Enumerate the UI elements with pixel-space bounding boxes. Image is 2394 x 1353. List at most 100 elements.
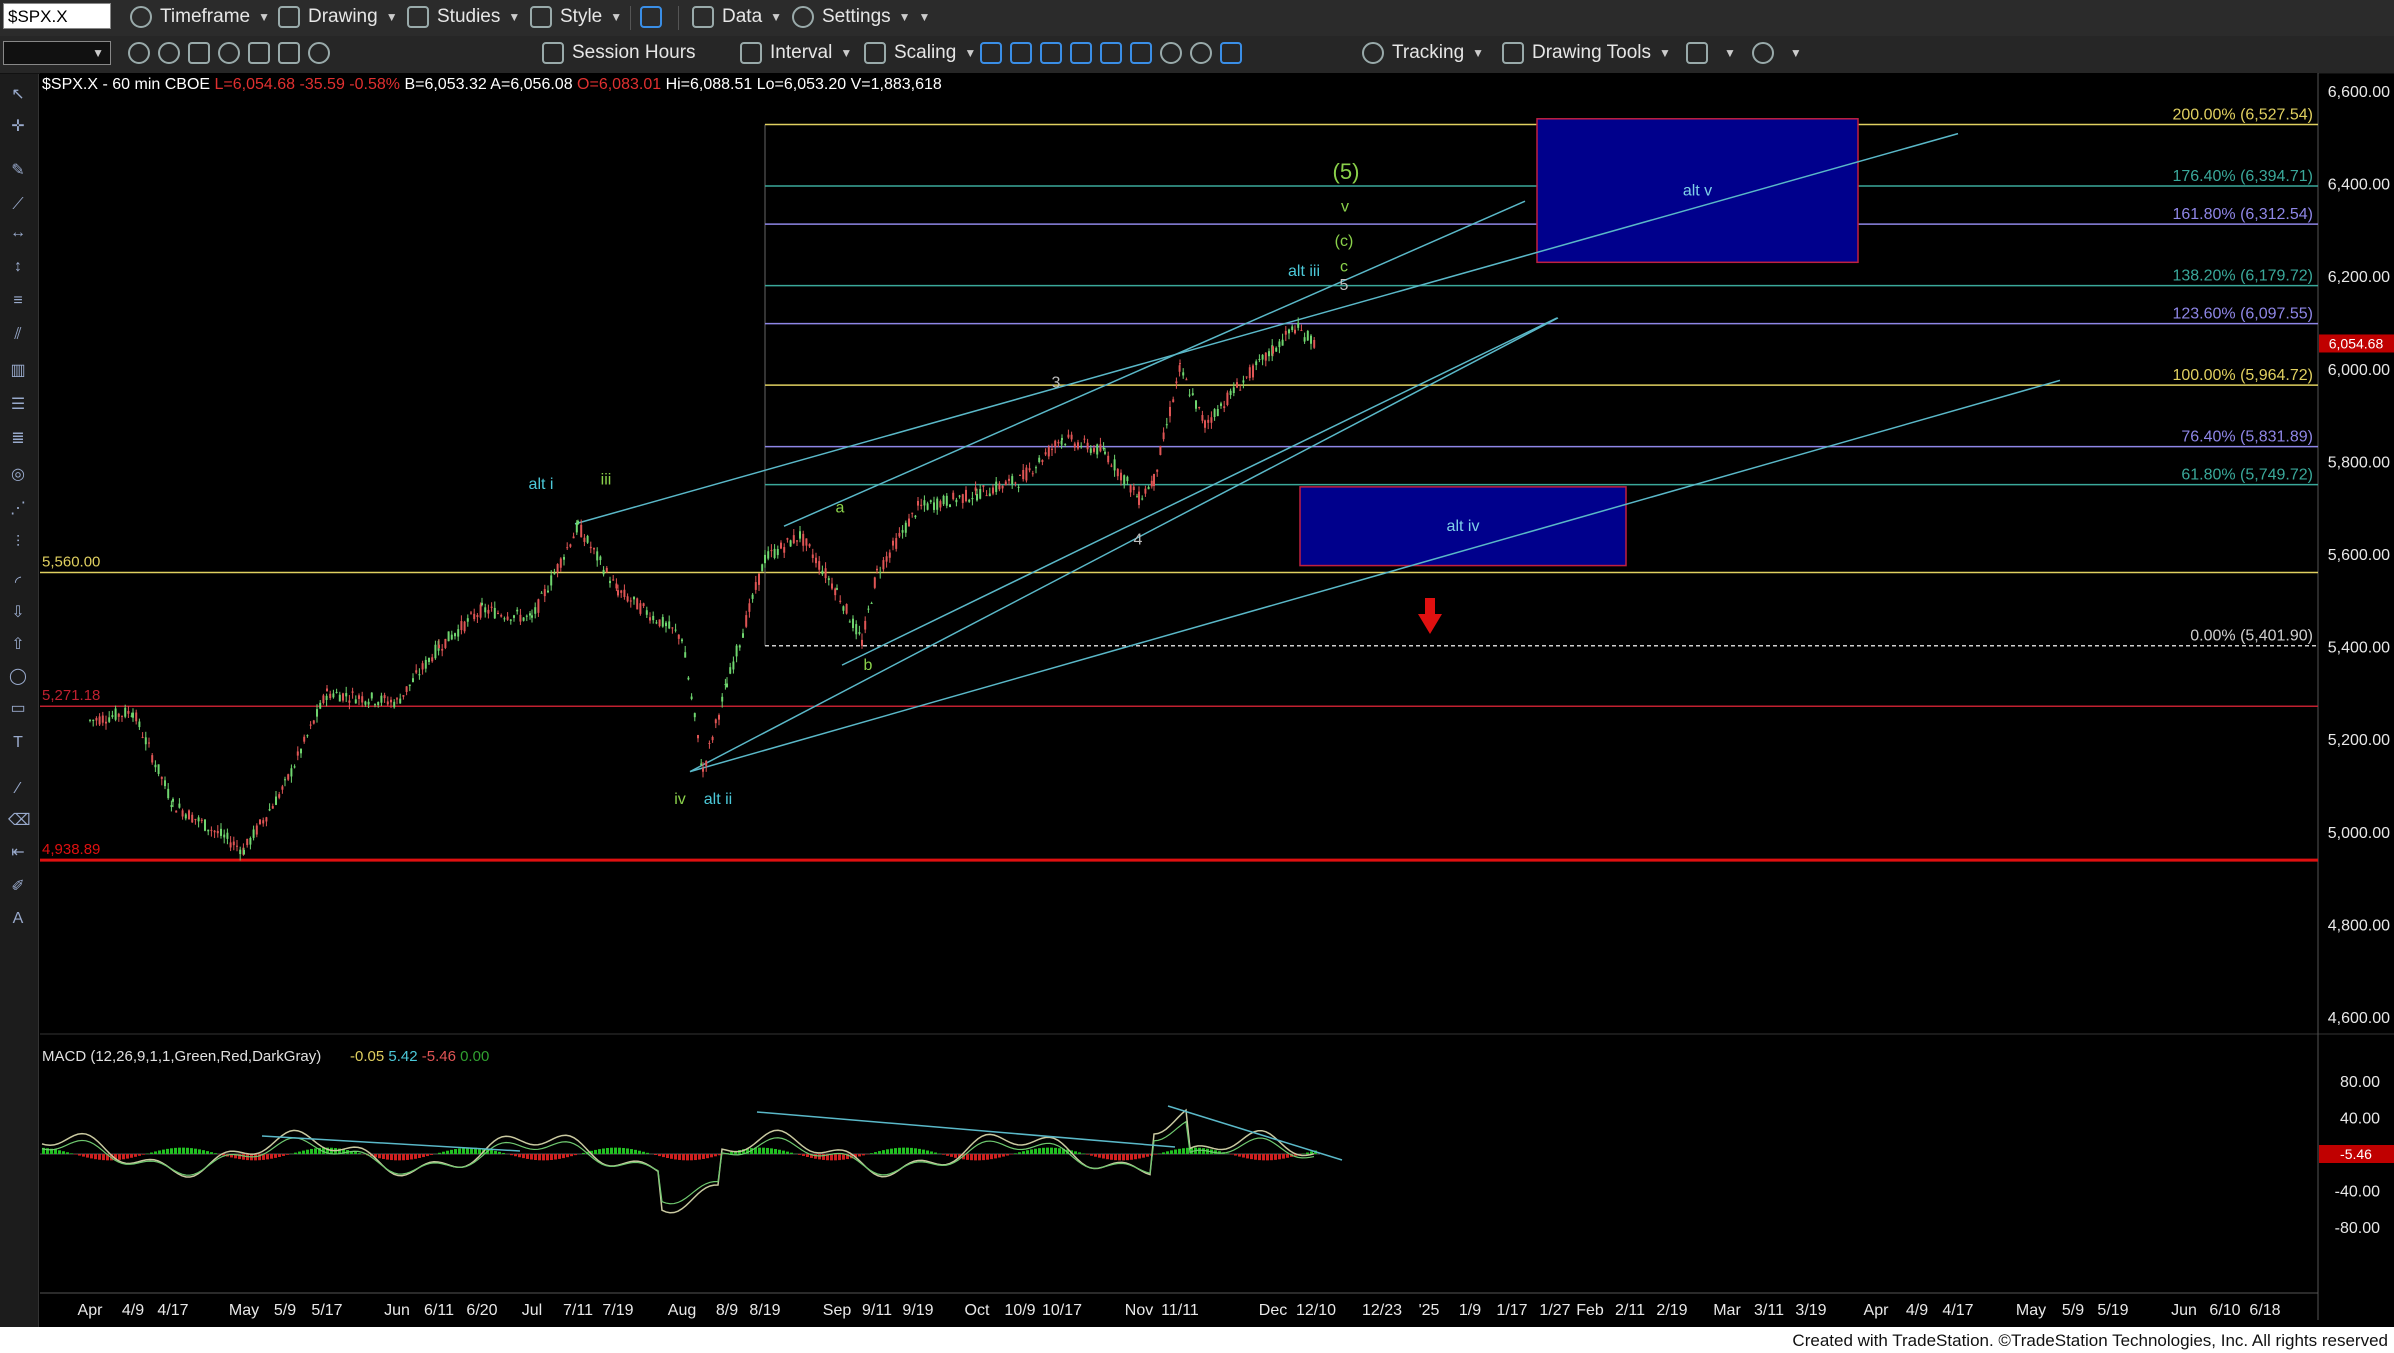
candle-body	[923, 500, 926, 506]
candle-body	[1141, 498, 1144, 500]
macd-histogram-bar	[982, 1154, 985, 1161]
candle-body	[586, 535, 589, 543]
candle-body	[550, 575, 553, 586]
candle-body	[1275, 347, 1278, 352]
candle-body	[870, 602, 873, 604]
candle-body	[677, 634, 680, 639]
x-tick-label: '25	[1419, 1302, 1440, 1319]
candle-body	[1083, 438, 1086, 440]
candle-body	[111, 715, 114, 717]
macd-histogram-bar	[1146, 1154, 1149, 1157]
candle-body	[374, 704, 376, 706]
candle-body	[629, 600, 632, 602]
candle-body	[450, 634, 453, 640]
candle-body	[593, 548, 595, 550]
macd-histogram-bar	[554, 1154, 557, 1160]
candle-body	[1129, 485, 1132, 493]
candle-body	[861, 639, 863, 646]
macd-histogram-bar	[970, 1154, 973, 1161]
macd-histogram-bar	[694, 1154, 697, 1161]
candle-body	[303, 736, 306, 742]
macd-histogram-bar	[1042, 1147, 1045, 1154]
candle-body	[1310, 335, 1312, 344]
macd-histogram-bar	[102, 1154, 105, 1161]
macd-histogram-bar	[306, 1149, 309, 1154]
y-tick-label: 6,000.00	[2328, 362, 2390, 379]
macd-histogram-bar	[490, 1149, 493, 1154]
candle-body	[1313, 340, 1316, 348]
macd-histogram-bar	[1110, 1154, 1113, 1160]
candle-body	[661, 617, 664, 627]
macd-histogram-bar	[1106, 1154, 1109, 1160]
macd-histogram-bar	[358, 1153, 361, 1154]
macd-histogram-bar	[86, 1154, 89, 1158]
candle-body	[236, 845, 238, 847]
macd-histogram-bar	[1166, 1151, 1169, 1154]
macd-histogram-bar	[546, 1154, 549, 1161]
macd-histogram-bar	[770, 1148, 773, 1154]
candle-body	[681, 639, 683, 642]
macd-value: -0.05	[350, 1048, 388, 1065]
macd-histogram-bar	[406, 1154, 409, 1160]
x-tick-label: Sep	[823, 1302, 852, 1319]
candle-body	[1110, 465, 1113, 467]
candle-body	[1264, 352, 1267, 361]
x-tick-label: Jul	[522, 1302, 542, 1319]
wave-label: b	[864, 657, 873, 674]
candle-body	[1236, 382, 1238, 388]
candle-body	[796, 540, 798, 542]
macd-histogram-bar	[1162, 1152, 1165, 1154]
candle-body	[127, 710, 130, 714]
candle-body	[697, 735, 699, 739]
macd-histogram-bar	[782, 1150, 785, 1154]
candle-body	[287, 774, 290, 780]
x-tick-label: 4/9	[1906, 1302, 1928, 1319]
macd-histogram-bar	[886, 1149, 889, 1154]
macd-histogram-bar	[398, 1154, 401, 1161]
x-tick-label: 10/17	[1042, 1302, 1082, 1319]
macd-histogram-bar	[1038, 1148, 1041, 1154]
candle-body	[992, 487, 994, 494]
candle-body	[714, 719, 717, 724]
fib-level-label: 200.00% (6,527.54)	[2172, 107, 2313, 124]
candle-body	[834, 588, 837, 596]
x-tick-label: Dec	[1259, 1302, 1287, 1319]
macd-histogram-bar	[1270, 1154, 1273, 1161]
candle-body	[191, 814, 194, 823]
candle-body	[955, 499, 958, 503]
candle-body	[1294, 329, 1296, 334]
macd-histogram-bar	[62, 1151, 65, 1154]
candle-body	[194, 818, 197, 820]
candle-body	[239, 849, 242, 855]
x-tick-label: 1/9	[1459, 1302, 1481, 1319]
candle-body	[306, 735, 309, 737]
macd-histogram-bar	[310, 1148, 313, 1154]
candle-body	[842, 606, 845, 611]
candle-body	[509, 619, 512, 621]
candle-body	[885, 556, 888, 562]
candle-body	[617, 590, 619, 596]
candle-body	[642, 603, 645, 607]
candle-body	[882, 560, 885, 570]
candle-body	[836, 588, 838, 590]
candle-body	[818, 561, 821, 570]
macd-histogram-bar	[446, 1150, 449, 1154]
candle-body	[1268, 351, 1270, 357]
macd-histogram-bar	[462, 1147, 465, 1154]
macd-histogram-bar	[1178, 1148, 1181, 1154]
price-chart[interactable]: 6,600.00 6,400.00 6,200.00 6,000.00 5,800.00…	[0, 0, 2394, 1327]
macd-histogram-bar	[1098, 1154, 1101, 1158]
candle-body	[1210, 417, 1213, 423]
wave-label: v	[1341, 198, 1349, 215]
candle-body	[484, 607, 487, 613]
quote-field: -35.59	[299, 76, 349, 93]
macd-histogram-bar	[1054, 1147, 1057, 1154]
candle-body	[1113, 459, 1116, 471]
macd-histogram-bar	[410, 1154, 413, 1160]
macd-histogram-bar	[1238, 1154, 1241, 1157]
macd-histogram-bar	[634, 1149, 637, 1154]
quote-line: $SPX.X - 60 min CBOE L=6,054.68 -35.59 -…	[42, 76, 942, 93]
candle-body	[1306, 330, 1309, 341]
macd-histogram-bar	[282, 1154, 285, 1156]
candle-body	[415, 670, 418, 673]
